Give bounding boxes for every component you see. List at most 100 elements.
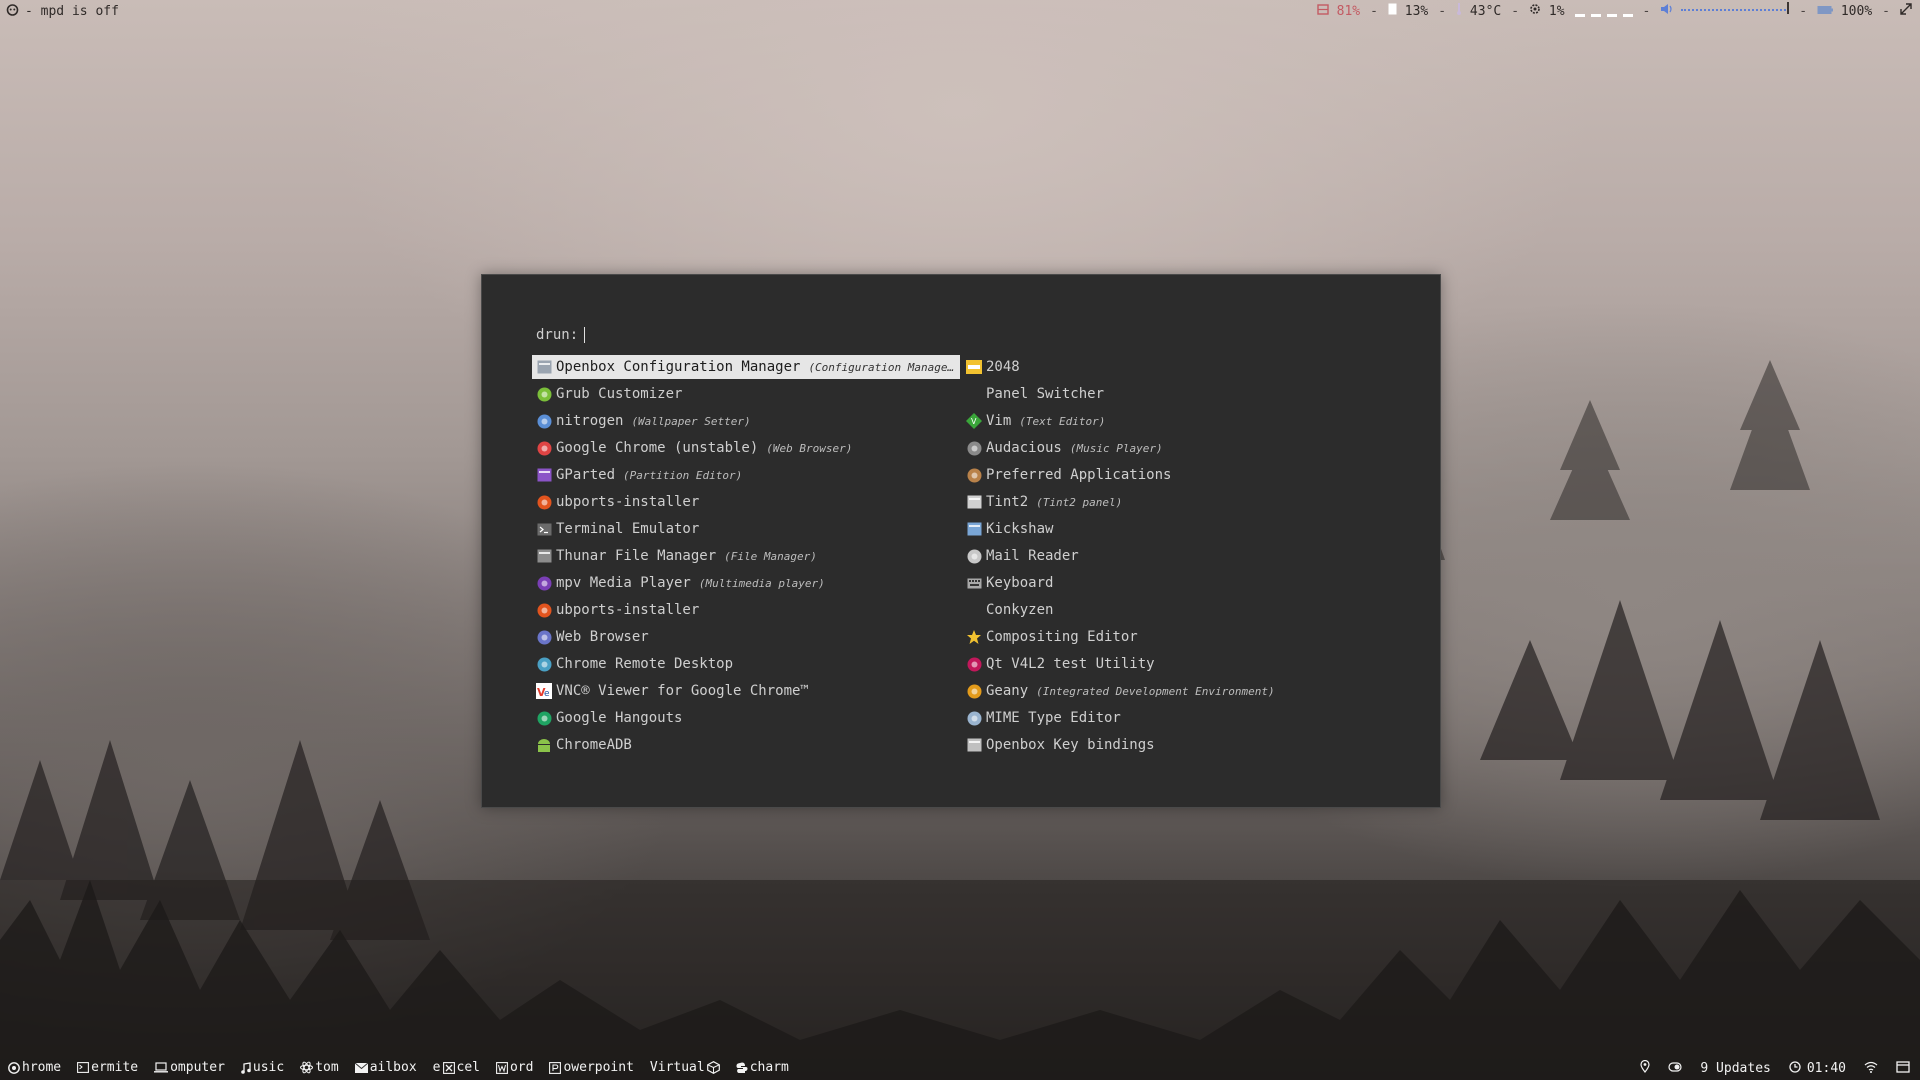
launcher-entry[interactable]: Thunar File Manager (File Manager) xyxy=(532,544,960,568)
launcher-entry[interactable]: GParted (Partition Editor) xyxy=(532,463,960,487)
laptop-icon xyxy=(154,1062,169,1073)
launcher-entry[interactable]: Google Chrome (unstable) (Web Browser) xyxy=(532,436,960,460)
terminal-icon xyxy=(77,1062,90,1073)
launcher-entry[interactable]: Audacious (Music Player) xyxy=(962,436,1390,460)
game-2048-icon xyxy=(966,359,982,375)
taskbar-item[interactable]: hrome xyxy=(8,1060,61,1075)
star-icon xyxy=(966,629,982,645)
taskbar-item-label: charm xyxy=(749,1060,789,1075)
launcher-entry[interactable]: V Vim (Text Editor) xyxy=(962,409,1390,433)
launcher-entry[interactable]: ubports-installer xyxy=(532,598,960,622)
keybindings-icon xyxy=(966,737,982,753)
taskbar-item[interactable]: Virtual xyxy=(650,1060,720,1075)
taskbar-item-label: hrome xyxy=(22,1060,62,1075)
wifi-icon[interactable] xyxy=(1864,1061,1878,1077)
expand-icon[interactable] xyxy=(1900,3,1912,19)
volume-slider[interactable] xyxy=(1681,2,1790,14)
speaker-icon xyxy=(1660,4,1681,19)
android-icon xyxy=(536,737,552,753)
taskbar-item-label: Virtual xyxy=(649,1060,705,1075)
entry-name: Conkyzen xyxy=(986,602,1054,618)
entry-name: ChromeADB xyxy=(556,737,632,753)
launcher-entry[interactable]: Compositing Editor xyxy=(962,625,1390,649)
keyboard-icon xyxy=(966,575,982,591)
taskbar-item[interactable]: ord xyxy=(496,1060,533,1075)
brightness-value: 100% xyxy=(1840,3,1873,19)
text-cursor xyxy=(584,327,586,343)
clock-icon xyxy=(1789,1060,1801,1077)
entry-name: Web Browser xyxy=(556,629,649,645)
launcher-entry[interactable]: Keyboard xyxy=(962,571,1390,595)
entry-description: (Web Browser) xyxy=(766,441,853,455)
launcher-entry[interactable]: Terminal Emulator xyxy=(532,517,960,541)
entry-name: Geany xyxy=(986,683,1029,699)
launcher-entry[interactable]: Geany (Integrated Development Environment… xyxy=(962,679,1390,703)
launcher-entry[interactable]: Mail Reader xyxy=(962,544,1390,568)
mpd-status: - mpd is off xyxy=(25,4,119,19)
taskbar-item[interactable]: usic xyxy=(241,1060,284,1075)
hangouts-icon xyxy=(536,710,552,726)
launcher-entry[interactable]: Openbox Configuration Manager (Configurat… xyxy=(532,355,960,379)
thunar-icon xyxy=(536,548,552,564)
launcher-entry[interactable]: Google Hangouts xyxy=(532,706,960,730)
location-pin-icon[interactable] xyxy=(1640,1059,1651,1077)
launcher-entry[interactable]: Kickshaw xyxy=(962,517,1390,541)
entry-description: (File Manager) xyxy=(724,549,817,563)
volume-indicator[interactable] xyxy=(1660,2,1790,19)
launcher-entry[interactable]: Conkyzen xyxy=(962,598,1390,622)
entry-name: GParted xyxy=(556,467,616,483)
updates-indicator[interactable]: 9 Updates xyxy=(1700,1061,1770,1076)
svg-text:e: e xyxy=(544,689,550,699)
taskbar-item[interactable]: tom xyxy=(300,1060,339,1075)
toggle-icon[interactable] xyxy=(1668,1061,1683,1077)
launcher-entry[interactable]: Chrome Remote Desktop xyxy=(532,652,960,676)
taskbar-item-label: owerpoint xyxy=(563,1060,634,1075)
entry-name: MIME Type Editor xyxy=(986,710,1121,726)
envelope-icon xyxy=(354,1062,368,1073)
entry-name: Compositing Editor xyxy=(986,629,1138,645)
entry-description: (Multimedia player) xyxy=(698,576,825,590)
launcher-entry[interactable]: Web Browser xyxy=(532,625,960,649)
entry-description: (Integrated Development Environment) xyxy=(1036,684,1275,698)
launcher-entry[interactable]: ubports-installer xyxy=(532,490,960,514)
launcher-prompt[interactable]: drun: xyxy=(536,327,586,343)
launcher-entry[interactable]: 2048 xyxy=(962,355,1390,379)
taskbar-item[interactable]: e cel xyxy=(433,1060,480,1075)
entry-name: Grub Customizer xyxy=(556,386,683,402)
prompt-label: drun: xyxy=(536,327,579,343)
taskbar-item[interactable]: ailbox xyxy=(354,1060,417,1075)
entry-name: Google Chrome (unstable) xyxy=(556,440,759,456)
blank-icon xyxy=(966,602,982,618)
launcher-entry[interactable]: Openbox Key bindings xyxy=(962,733,1390,757)
mail-icon xyxy=(966,548,982,564)
launcher-entry[interactable]: Ve VNC® Viewer for Google Chrome™ xyxy=(532,679,960,703)
entry-name: Qt V4L2 test Utility xyxy=(986,656,1155,672)
taskbar-item[interactable]: ermite xyxy=(77,1060,138,1075)
show-desktop-icon[interactable] xyxy=(1896,1060,1910,1077)
launcher-entry[interactable]: MIME Type Editor xyxy=(962,706,1390,730)
entry-description: (Music Player) xyxy=(1069,441,1163,455)
top-status-bar: - mpd is off 81% - 13% - 43°C - 1% - - 1… xyxy=(0,0,1920,22)
chrome-icon xyxy=(536,440,552,456)
launcher-entry[interactable]: Qt V4L2 test Utility xyxy=(962,652,1390,676)
launcher-entry[interactable]: mpv Media Player (Multimedia player) xyxy=(532,571,960,595)
taskbar-item[interactable]: owerpoint xyxy=(549,1060,634,1075)
launcher-entry[interactable]: ChromeADB xyxy=(532,733,960,757)
launcher-entry[interactable]: nitrogen (Wallpaper Setter) xyxy=(532,409,960,433)
launcher-entry[interactable]: Tint2 (Tint2 panel) xyxy=(962,490,1390,514)
word-icon xyxy=(496,1061,508,1074)
disk-value: 1% xyxy=(1548,4,1565,19)
pycharm-icon xyxy=(736,1062,748,1074)
web-browser-icon xyxy=(536,629,552,645)
ubports-icon xyxy=(536,494,552,510)
geany-icon xyxy=(966,683,982,699)
taskbar-item[interactable]: charm xyxy=(736,1060,789,1075)
clock[interactable]: 01:40 xyxy=(1789,1060,1846,1077)
launcher-entry[interactable]: Panel Switcher xyxy=(962,382,1390,406)
launcher-entry[interactable]: Preferred Applications xyxy=(962,463,1390,487)
cpu-indicator: 81% xyxy=(1317,4,1360,19)
taskbar-item-label: usic xyxy=(252,1060,285,1075)
taskbar-item[interactable]: omputer xyxy=(154,1060,225,1075)
entry-name: Preferred Applications xyxy=(986,467,1172,483)
launcher-entry[interactable]: Grub Customizer xyxy=(532,382,960,406)
